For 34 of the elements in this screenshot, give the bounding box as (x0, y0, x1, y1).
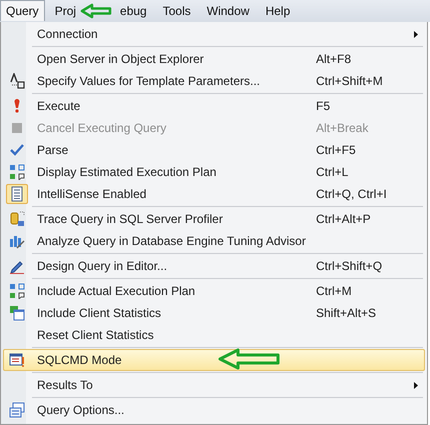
diagram-icon (9, 164, 25, 180)
stop-icon (9, 120, 25, 136)
menu-bar-item[interactable]: Proj (48, 0, 82, 21)
menu-item[interactable]: Results To (3, 374, 425, 396)
menu-item[interactable]: Design Query in Editor... Ctrl+Shift+Q (3, 255, 425, 277)
checkmark-icon (9, 142, 25, 158)
diagram-icon (9, 283, 25, 299)
annotation-arrow (80, 3, 112, 19)
menu-item[interactable]: Display Estimated Execution Plan Ctrl+L (3, 161, 425, 183)
menu-item[interactable]: Open Server in Object Explorer Alt+F8 (3, 48, 425, 70)
menu-bar-item[interactable]: Window (200, 0, 256, 21)
database-icon (9, 211, 25, 227)
menu-item[interactable]: Execute F5 (3, 95, 425, 117)
menu-item[interactable]: Trace Query in SQL Server Profiler Ctrl+Alt+P (3, 208, 425, 230)
menu-item[interactable]: Include Actual Execution Plan Ctrl+M (3, 280, 425, 302)
windows-icon (9, 305, 25, 321)
menu-bar-item[interactable]: ebug (114, 0, 153, 21)
menu-item[interactable]: Connection (3, 23, 425, 45)
menu-bar-item[interactable]: Help (259, 0, 296, 21)
menu-item[interactable]: IntelliSense Enabled Ctrl+Q, Ctrl+I (3, 183, 425, 205)
annotation-arrow (218, 348, 280, 370)
window-icon (9, 352, 25, 368)
menu-item[interactable]: Include Client Statistics Shift+Alt+S (3, 302, 425, 324)
chart-icon (9, 233, 25, 249)
menu-bar-item[interactable]: Query (0, 0, 45, 21)
menu-item[interactable]: Reset Client Statistics (3, 324, 425, 346)
menu-bar-item[interactable]: Tools (156, 0, 197, 21)
menu-item[interactable]: Specify Values for Template Parameters... Ctrl+Shift+M (3, 70, 425, 92)
menu-item[interactable]: Query Options... (3, 399, 425, 421)
menu-item[interactable]: Analyze Query in Database Engine Tuning Advisor (3, 230, 425, 252)
template-icon (9, 73, 25, 89)
menu-item[interactable]: Parse Ctrl+F5 (3, 139, 425, 161)
menu-item[interactable]: SQLCMD Mode (3, 349, 425, 371)
options-icon (9, 402, 25, 418)
